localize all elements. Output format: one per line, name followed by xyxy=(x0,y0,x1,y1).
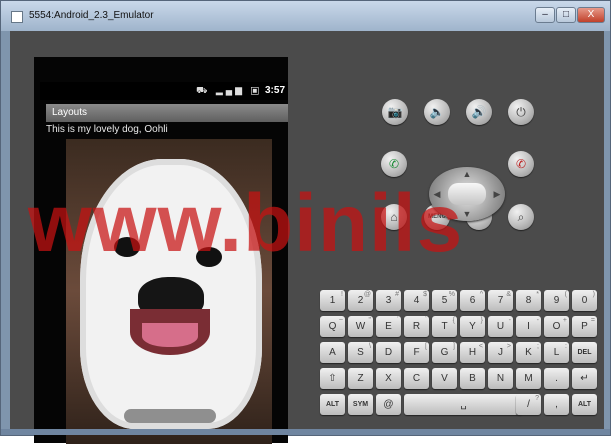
title-bar[interactable]: 5554:Android_2.3_Emulator – □ X xyxy=(1,1,610,31)
key-x[interactable]: X xyxy=(376,368,401,389)
key-6[interactable]: 6 ^ xyxy=(460,290,485,311)
key-y[interactable]: Y} xyxy=(460,316,485,337)
end-call-button[interactable]: ✆ xyxy=(508,151,534,177)
close-button[interactable]: X xyxy=(577,7,605,23)
key-s[interactable]: S \ xyxy=(348,342,373,363)
search-button[interactable]: ⌕ xyxy=(508,204,534,230)
key-c[interactable]: C xyxy=(404,368,429,389)
app-icon xyxy=(11,11,23,23)
key-comma[interactable]: , xyxy=(544,394,569,415)
camera-icon: 📷 xyxy=(387,105,403,119)
key-sym[interactable]: SYM xyxy=(348,394,373,415)
key-d[interactable]: D xyxy=(376,342,401,363)
dog-caption: This is my lovely dog, Oohli xyxy=(46,124,168,135)
key-alt-right[interactable]: ALT xyxy=(572,394,597,415)
maximize-button[interactable]: □ xyxy=(556,7,576,23)
phone-end-icon: ✆ xyxy=(515,157,527,171)
emulator-window: 5554:Android_2.3_Emulator – □ X ⛟ ▂▄▆ ▣ … xyxy=(0,0,611,444)
volume-down-button[interactable]: 🔈 xyxy=(424,99,450,125)
key-slash[interactable]: /? xyxy=(516,394,541,415)
app-title: Layouts xyxy=(52,107,88,118)
key-period[interactable]: . xyxy=(544,368,569,389)
key-u[interactable]: U- xyxy=(488,316,513,337)
space-icon: ␣ xyxy=(460,399,467,410)
search-icon: ⌕ xyxy=(517,210,525,224)
key-i[interactable]: I- xyxy=(516,316,541,337)
key-1[interactable]: 1! xyxy=(320,290,345,311)
power-button[interactable]: ⏻ xyxy=(508,99,534,125)
key-enter[interactable]: ↵ xyxy=(572,368,597,389)
client-area: ⛟ ▂▄▆ ▣ 3:57 Layouts This is my lovely d… xyxy=(10,31,604,444)
key-k[interactable]: K; xyxy=(516,342,541,363)
key-a[interactable]: A xyxy=(320,342,345,363)
key-del[interactable]: DEL xyxy=(572,342,597,363)
key-j[interactable]: J > xyxy=(488,342,513,363)
volume-up-icon: 🔊 xyxy=(471,105,487,119)
volume-up-button[interactable]: 🔊 xyxy=(466,99,492,125)
dog-tongue xyxy=(142,323,198,347)
key-5[interactable]: 5% xyxy=(432,290,457,311)
key-w[interactable]: W " xyxy=(348,316,373,337)
enter-icon: ↵ xyxy=(580,373,589,384)
key-3[interactable]: 3 # xyxy=(376,290,401,311)
key-m[interactable]: M xyxy=(516,368,541,389)
minimize-button[interactable]: – xyxy=(535,7,555,23)
window-title: 5554:Android_2.3_Emulator xyxy=(29,10,154,21)
status-icons: ⛟ ▂▄▆ ▣ xyxy=(196,85,262,95)
app-title-bar: Layouts xyxy=(46,104,288,122)
key-l[interactable]: L: xyxy=(544,342,569,363)
key-space[interactable]: ␣ xyxy=(404,394,523,415)
key-4[interactable]: 4 $ xyxy=(404,290,429,311)
key-t[interactable]: T{ xyxy=(432,316,457,337)
key-p[interactable]: P = xyxy=(572,316,597,337)
key-at[interactable]: @ xyxy=(376,394,401,415)
window-bottom-border xyxy=(1,429,610,435)
shift-icon: ⇧ xyxy=(328,373,337,384)
power-icon: ⏻ xyxy=(516,105,526,119)
key-h[interactable]: H < xyxy=(460,342,485,363)
key-alt-left[interactable]: ALT xyxy=(320,394,345,415)
key-7[interactable]: 7 & xyxy=(488,290,513,311)
key-shift[interactable]: ⇧ xyxy=(320,368,345,389)
key-0[interactable]: 0) xyxy=(572,290,597,311)
key-v[interactable]: V xyxy=(432,368,457,389)
dpad-right-icon[interactable]: ▶ xyxy=(491,189,503,199)
watermark-text: www.binils xyxy=(28,178,464,269)
volume-down-icon: 🔈 xyxy=(429,105,445,119)
key-b[interactable]: B xyxy=(460,368,485,389)
key-r[interactable]: R ` xyxy=(404,316,429,337)
key-z[interactable]: Z xyxy=(348,368,373,389)
key-g[interactable]: G] xyxy=(432,342,457,363)
android-status-bar: ⛟ ▂▄▆ ▣ 3:57 xyxy=(40,82,288,100)
key-e[interactable]: E ´ xyxy=(376,316,401,337)
key-n[interactable]: N xyxy=(488,368,513,389)
status-time: 3:57 xyxy=(264,85,285,96)
key-2[interactable]: 2 @ xyxy=(348,290,373,311)
key-f[interactable]: F[ xyxy=(404,342,429,363)
key-9[interactable]: 9( xyxy=(544,290,569,311)
camera-button[interactable]: 📷 xyxy=(382,99,408,125)
key-o[interactable]: O + xyxy=(544,316,569,337)
phone-call-icon: ✆ xyxy=(388,157,400,171)
key-8[interactable]: 8 * xyxy=(516,290,541,311)
call-button[interactable]: ✆ xyxy=(381,151,407,177)
dog-collar xyxy=(124,409,216,423)
key-q[interactable]: Q ~ xyxy=(320,316,345,337)
